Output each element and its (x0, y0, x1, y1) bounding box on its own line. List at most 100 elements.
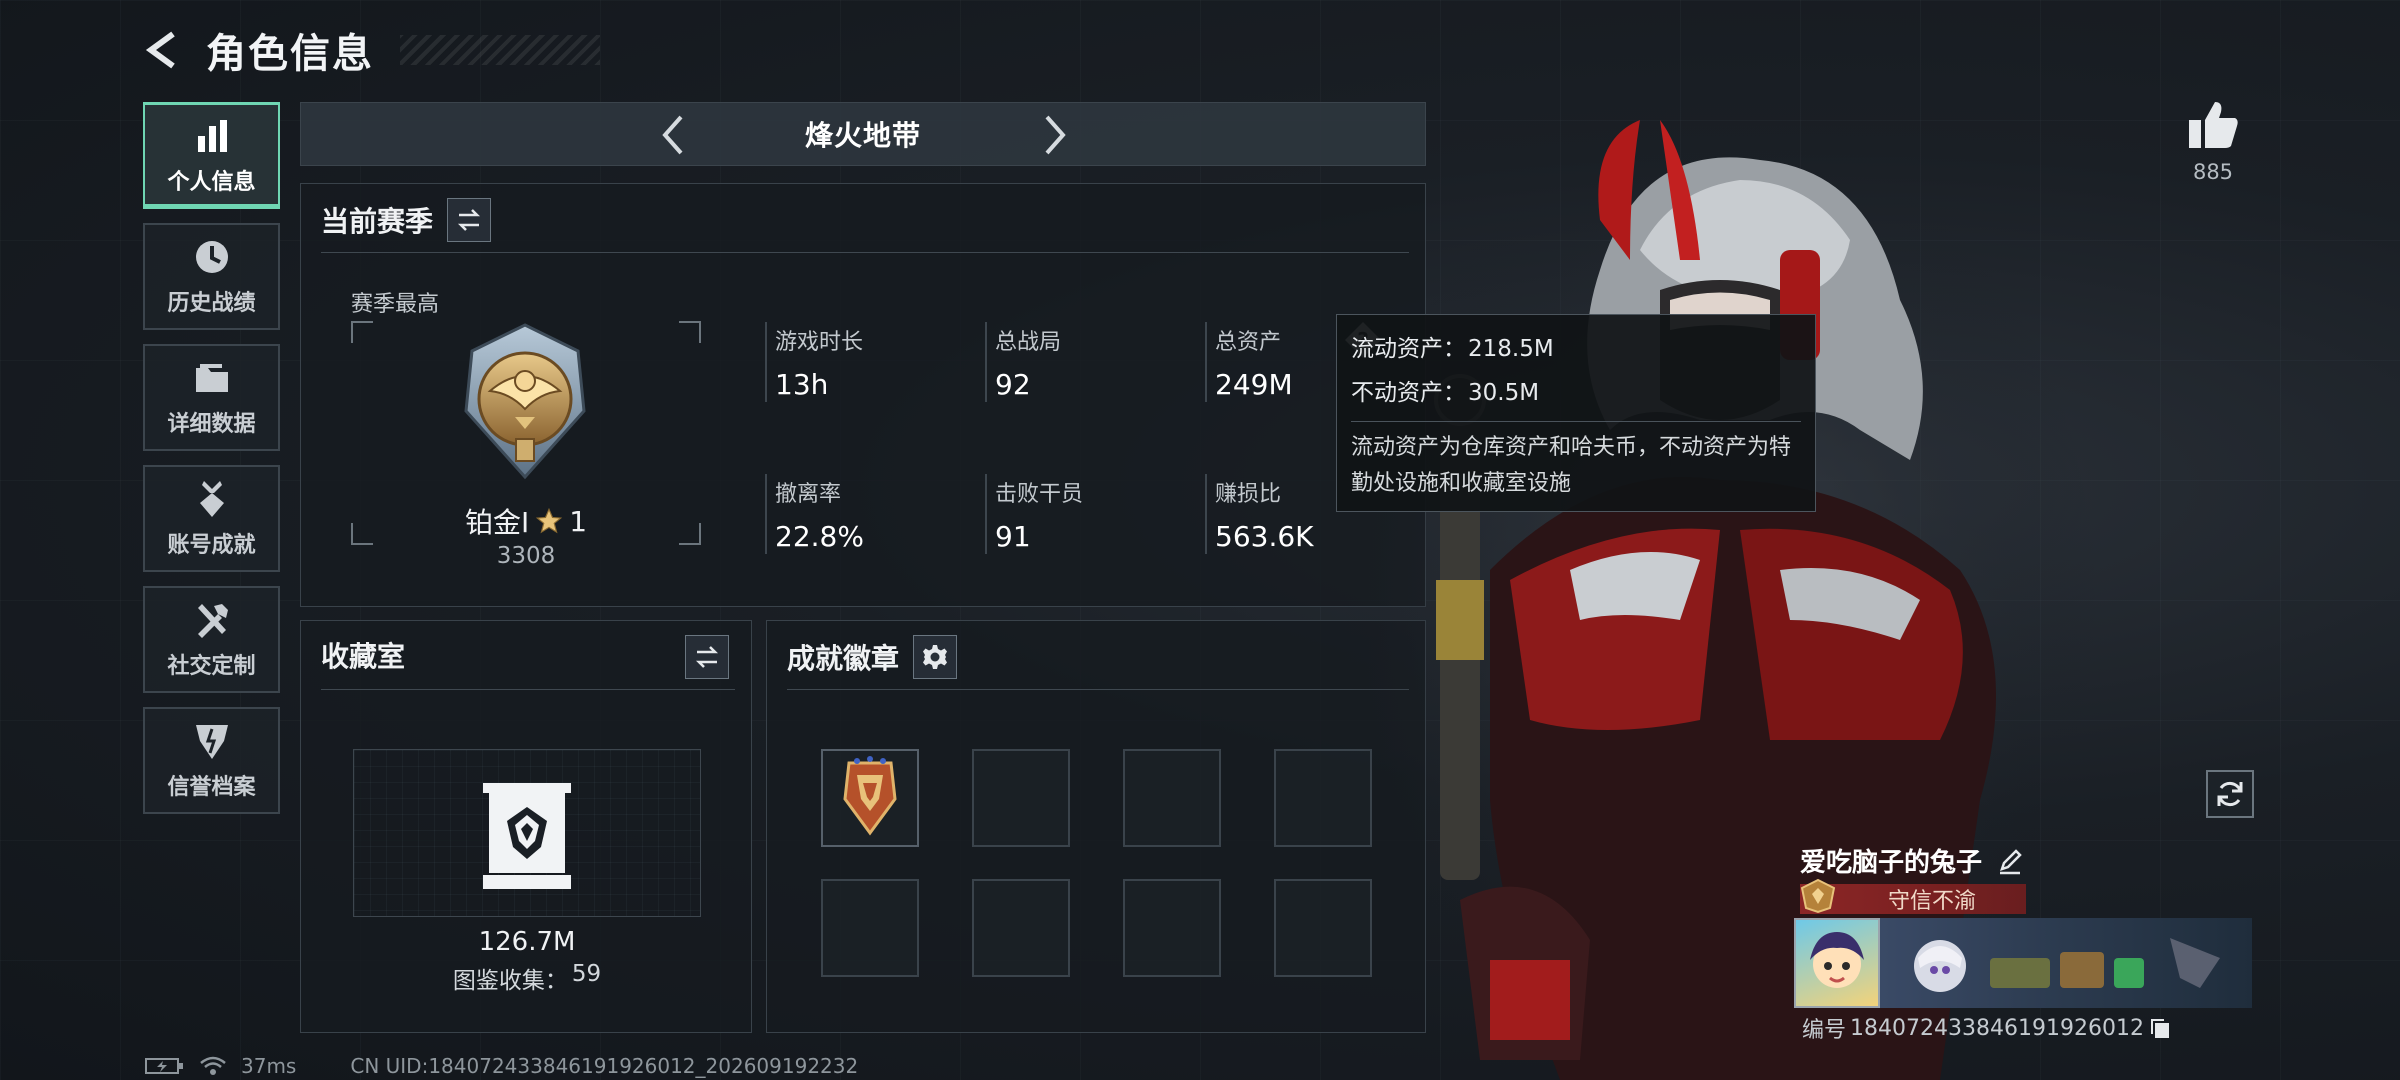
stat-operators-defeated: 击败干员 91 (985, 474, 1175, 554)
wifi-icon (200, 1056, 226, 1075)
like-section: 885 (2185, 96, 2241, 184)
uid-text: CN UID:184072433846191926012_20260919223… (350, 1054, 859, 1078)
sidebar-item-label: 账号成就 (167, 532, 256, 558)
sidebar-item-reputation[interactable]: 信誉档案 (143, 707, 280, 814)
collection-count-row: 图鉴收集： 59 (301, 961, 753, 995)
swap-arrows-icon (457, 209, 481, 231)
collection-panel: 收藏室 126.7M 图鉴收集： 59 (300, 620, 752, 1033)
sidebar-item-achievements[interactable]: 账号成就 (143, 465, 280, 572)
achievement-medal-icon (199, 480, 224, 517)
trust-title-bar: 守信不渝 (1800, 878, 2026, 914)
collection-switch-button[interactable] (685, 635, 729, 679)
page-title: 角色信息 (206, 31, 374, 77)
star-icon (536, 507, 563, 534)
folder-icon (195, 363, 228, 392)
badge-slot[interactable] (821, 879, 919, 977)
banner-art (1914, 938, 2220, 992)
rank-name-row: 铂金I 1 (351, 501, 701, 541)
thumbs-up-icon[interactable] (2185, 96, 2241, 152)
collection-panel-header: 收藏室 (321, 635, 405, 675)
badges-panel-header: 成就徽章 (787, 635, 958, 679)
assets-description: 流动资产为仓库资产和哈夫币，不动资产为特勤处设施和收藏室设施 (1351, 435, 1792, 496)
stat-value: 13h (775, 368, 829, 401)
stat-extraction-rate: 撤离率 22.8% (765, 474, 955, 554)
refresh-button[interactable] (2206, 770, 2254, 818)
badge-slot[interactable] (821, 749, 919, 847)
sidebar-item-social[interactable]: 社交定制 (143, 586, 280, 693)
edit-pencil-icon[interactable] (1996, 847, 2024, 875)
badge-slot[interactable] (1123, 749, 1221, 847)
divider (787, 689, 1409, 690)
stat-label: 总战局 (995, 330, 1062, 355)
season-title: 当前赛季 (321, 205, 434, 238)
player-id-label: 编号 (1802, 1018, 1847, 1043)
collection-count-value: 59 (571, 961, 602, 987)
badges-panel: 成就徽章 (766, 620, 1426, 1033)
history-clock-icon (195, 240, 228, 273)
season-best-label: 赛季最高 (351, 292, 440, 317)
sidebar-item-label: 社交定制 (167, 653, 256, 679)
gear-icon (923, 645, 948, 669)
badge-shield-icon (843, 756, 897, 836)
badge-slot[interactable] (972, 749, 1070, 847)
trust-emblem-icon (1800, 878, 1836, 914)
liquid-assets-value: 218.5M (1468, 336, 1554, 362)
status-bar: 37ms CN UID:184072433846191926012_202609… (145, 1054, 858, 1078)
page-header: 角色信息 (140, 20, 600, 80)
reputation-shield-icon (195, 724, 228, 759)
sidebar-item-label: 个人信息 (167, 170, 256, 195)
sidebar-item-detailed-data[interactable]: 详细数据 (143, 344, 280, 451)
like-count: 885 (2192, 160, 2234, 184)
sidebar-item-history[interactable]: 历史战绩 (143, 223, 280, 330)
sidebar-item-label: 详细数据 (167, 411, 256, 437)
mode-prev-button[interactable] (653, 113, 697, 157)
bar-chart-icon (197, 120, 227, 152)
stat-value: 22.8% (775, 520, 864, 553)
vault-display-icon (483, 783, 571, 889)
title-decoration (400, 35, 600, 65)
collection-value: 126.7M (478, 927, 576, 957)
stat-total-matches: 总战局 92 (985, 322, 1175, 402)
rank-name: 铂金I (464, 506, 530, 539)
rank-score: 3308 (496, 543, 556, 569)
season-switch-button[interactable] (447, 198, 492, 242)
tools-icon (197, 603, 228, 638)
player-id-value: 1840724338461919260​12 (1850, 1015, 2144, 1041)
mode-selector: 烽火地带 (300, 102, 1426, 166)
avatar[interactable] (1794, 918, 1880, 1008)
divider (321, 252, 1409, 253)
refresh-icon (2217, 781, 2243, 807)
swap-arrows-icon (695, 646, 719, 668)
sidebar-item-label: 历史战绩 (167, 290, 256, 316)
collection-count-label: 图鉴收集： (452, 968, 568, 994)
badge-slot[interactable] (972, 879, 1070, 977)
ping-value: 37ms (241, 1054, 297, 1078)
stat-label: 游戏时长 (775, 330, 864, 355)
liquid-assets-row: 流动资产： 218.5M (1351, 327, 1801, 371)
fixed-assets-row: 不动资产： 30.5M (1351, 371, 1801, 415)
trust-title: 守信不渝 (1888, 889, 1977, 914)
badges-title: 成就徽章 (787, 642, 900, 675)
rank-frame: 铂金I 1 3308 (351, 321, 701, 569)
mode-next-button[interactable] (1031, 113, 1075, 157)
sidebar-item-personal-info[interactable]: 个人信息 (143, 102, 280, 209)
fixed-assets-value: 30.5M (1468, 380, 1540, 406)
player-card[interactable] (1794, 918, 2254, 1010)
mode-title: 烽火地带 (804, 119, 921, 152)
back-button[interactable] (140, 27, 186, 73)
sidebar-item-label: 信誉档案 (167, 774, 256, 800)
copy-icon[interactable] (2148, 1016, 2172, 1040)
back-arrow-icon (145, 31, 175, 69)
sidebar: 个人信息 历史战绩 详细数据 账号成就 社交定制 信誉档案 (143, 102, 280, 814)
player-name: 爱吃脑子的兔子 (1800, 848, 1983, 878)
badge-slot[interactable] (1123, 879, 1221, 977)
fixed-assets-label: 不动资产： (1351, 380, 1466, 406)
liquid-assets-label: 流动资产： (1351, 336, 1466, 362)
season-panel: 当前赛季 赛季最高 铂金I 1 3308 游戏时长 13h 总战局 92 总资产… (300, 183, 1426, 607)
stat-value: 91 (995, 520, 1031, 553)
stat-label: 击败干员 (995, 482, 1084, 507)
stat-label: 撤离率 (775, 482, 842, 507)
divider (1351, 421, 1801, 422)
player-name-row: 爱吃脑子的兔子 (1800, 842, 2024, 879)
badges-settings-button[interactable] (913, 635, 958, 679)
